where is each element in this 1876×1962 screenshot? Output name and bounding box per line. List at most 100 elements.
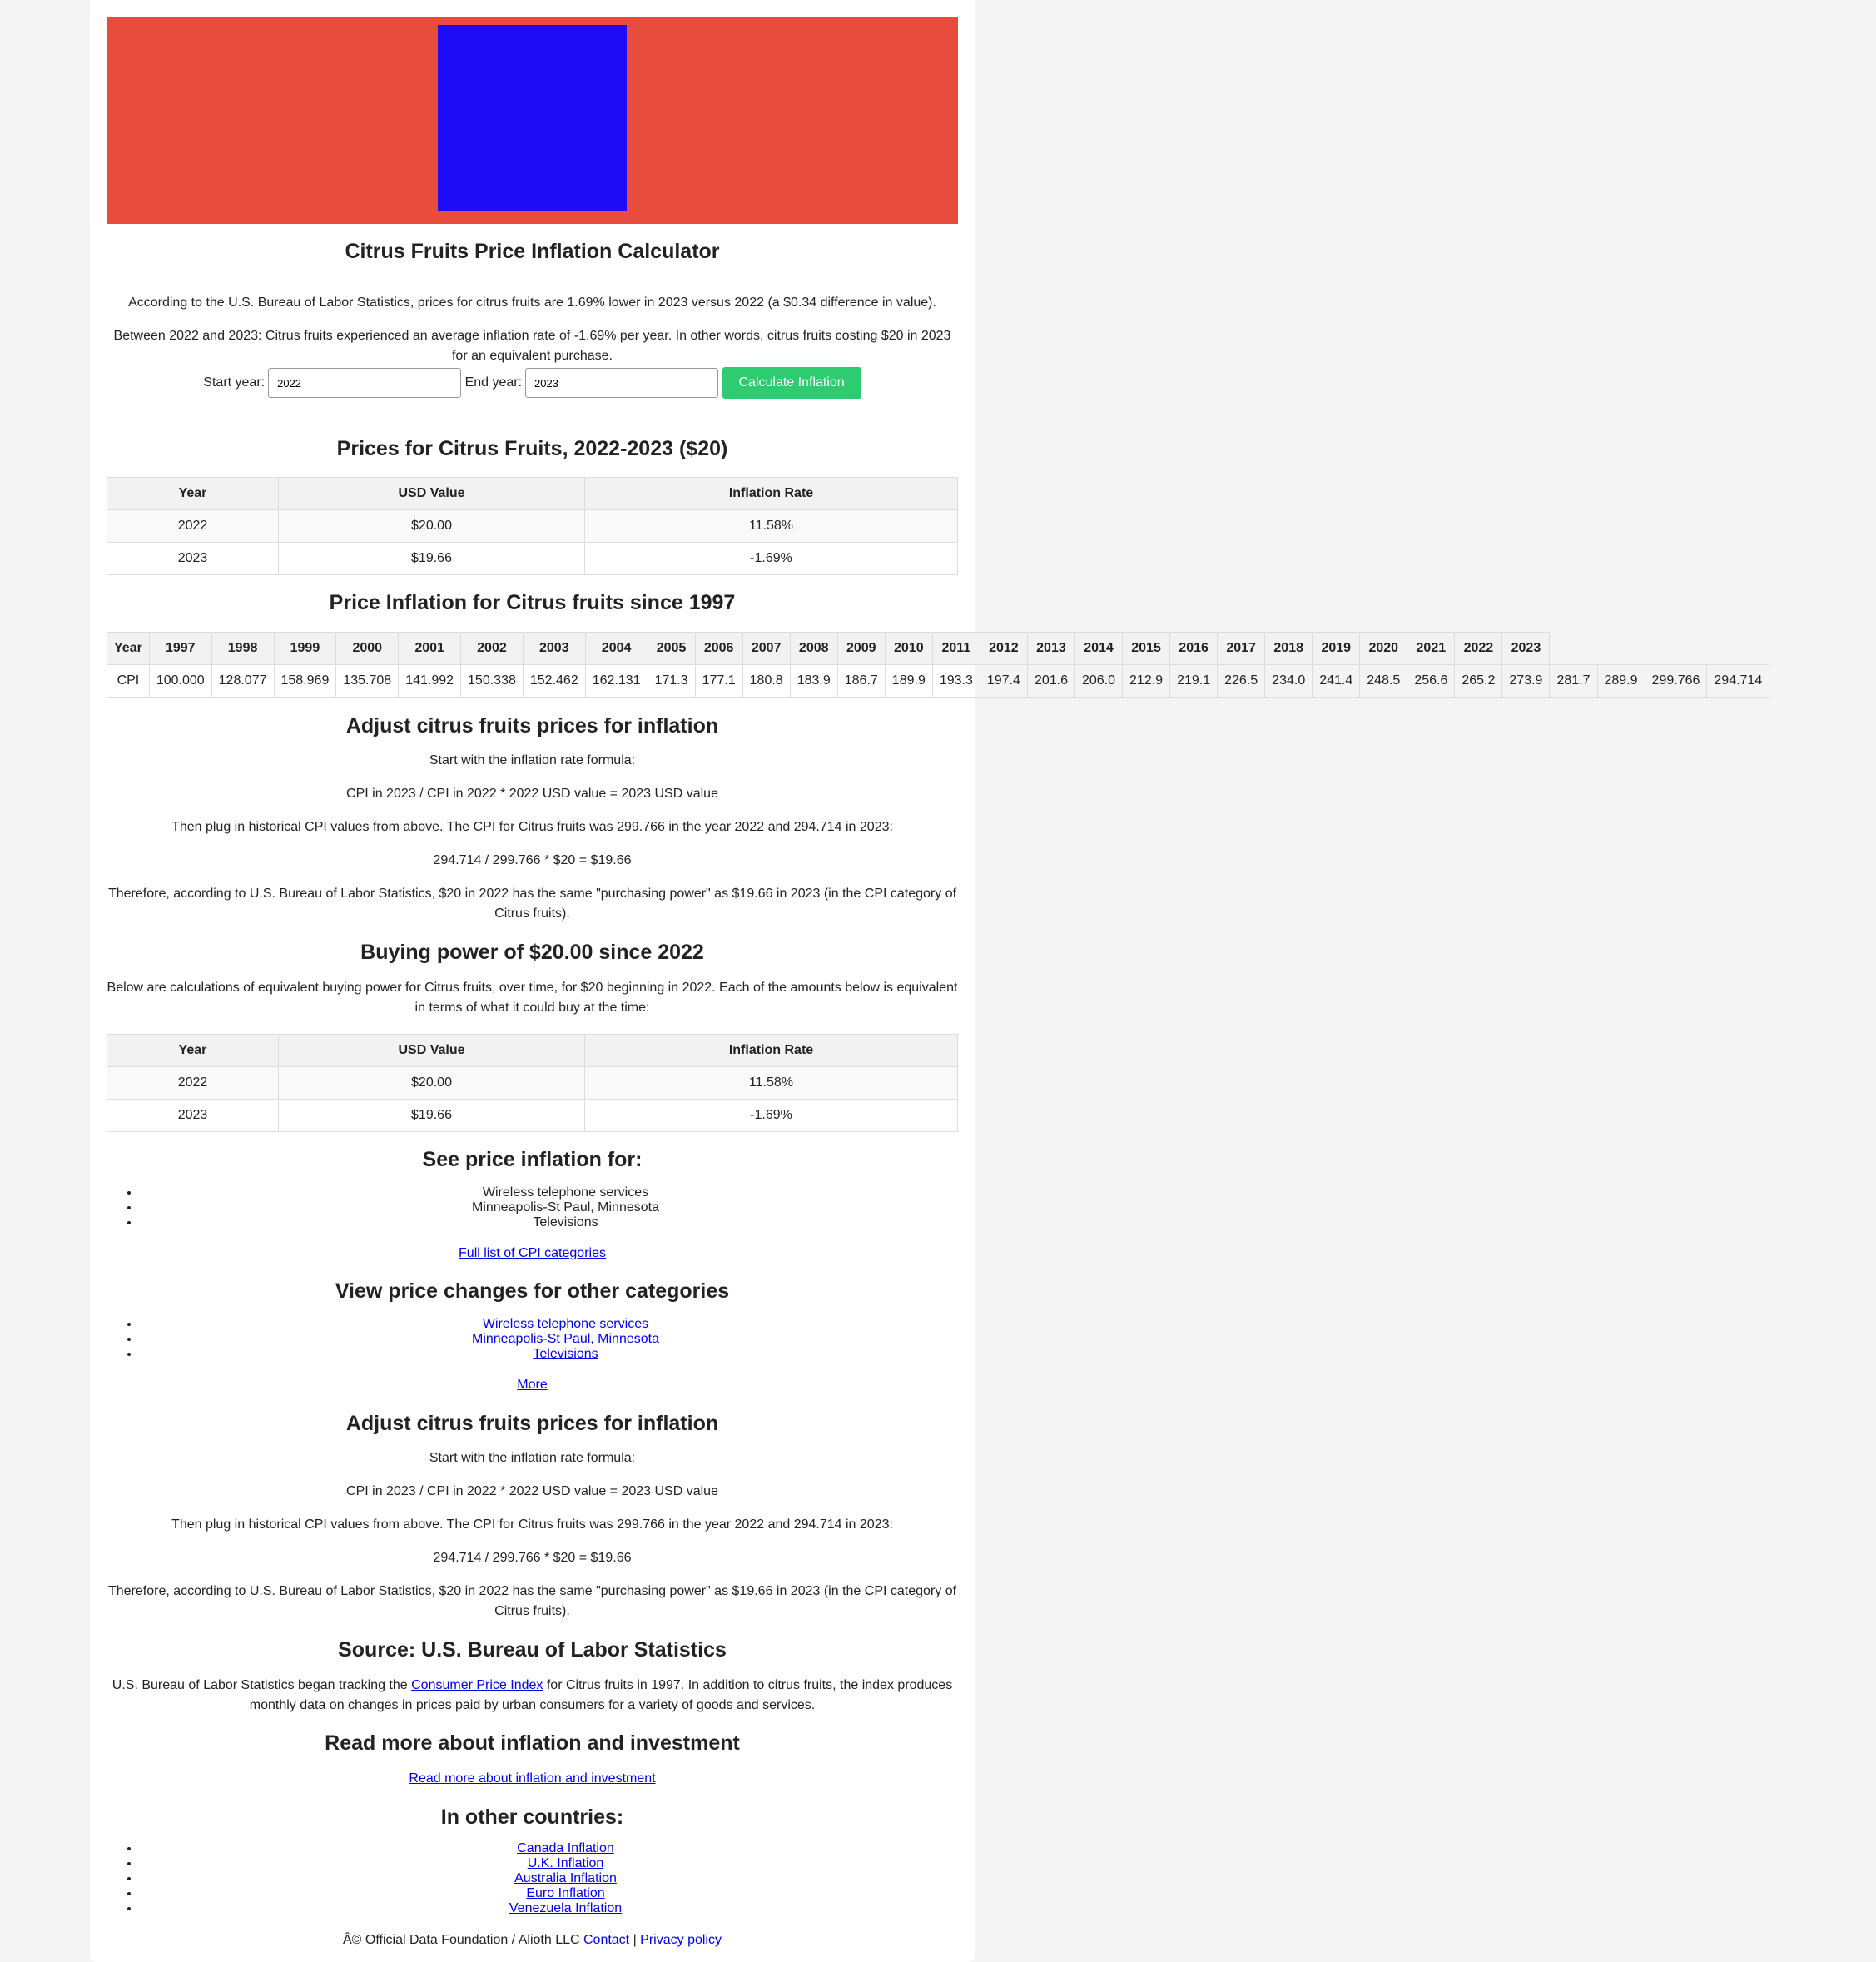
cpi-value-cell: 256.6 bbox=[1407, 664, 1456, 698]
cpi-year-header: Year bbox=[107, 632, 150, 665]
cpi-value-cell: 299.766 bbox=[1644, 664, 1708, 698]
other-countries-heading: In other countries: bbox=[440, 1806, 624, 1829]
table-row: 2022 $20.00 11.58% bbox=[107, 1066, 958, 1100]
cpi-value-cell: 206.0 bbox=[1074, 664, 1124, 698]
formula-calculation-2: 294.714 / 299.766 * $20 = $19.66 bbox=[433, 1551, 632, 1565]
cpi-year-cell: 2016 bbox=[1169, 632, 1218, 665]
country-link[interactable]: U.K. Inflation bbox=[528, 1856, 604, 1870]
cpi-value-cell: 294.714 bbox=[1706, 664, 1770, 698]
copyright: Â© Official Data Foundation / Alioth LLC bbox=[343, 1933, 583, 1947]
start-year-label: Start year: bbox=[203, 375, 266, 390]
cpi-year-cell: 2009 bbox=[836, 632, 886, 665]
cpi-table: Year 1997 1998 1999 2000 2001 2002 2003 2004 200… bbox=[107, 632, 1770, 698]
end-year-input[interactable] bbox=[525, 368, 719, 398]
category-link[interactable]: Minneapolis-St Paul, Minnesota bbox=[472, 1332, 659, 1346]
formula: CPI in 2023 / CPI in 2022 * 2022 USD val… bbox=[346, 787, 718, 801]
read-more-link[interactable]: Read more about inflation and investment bbox=[409, 1771, 655, 1786]
cpi-value-cell: 135.708 bbox=[335, 664, 400, 698]
buying-power-description: Below are calculations of equivalent buy… bbox=[107, 981, 958, 1015]
cpi-year-cell: 1997 bbox=[148, 632, 212, 665]
column-header: Year bbox=[107, 477, 279, 510]
cpi-value-cell: 152.462 bbox=[522, 664, 586, 698]
cpi-year-cell: 2008 bbox=[789, 632, 838, 665]
calculator-form: Start year: End year: Calculate Inflatio… bbox=[107, 367, 958, 399]
list-item: Televisions bbox=[140, 1215, 991, 1230]
country-link[interactable]: Australia Inflation bbox=[514, 1871, 617, 1885]
contact-link[interactable]: Contact bbox=[583, 1933, 629, 1947]
column-header: Year bbox=[107, 1034, 279, 1067]
calculate-inflation-button[interactable]: Calculate Inflation bbox=[722, 367, 861, 399]
country-link[interactable]: Venezuela Inflation bbox=[509, 1901, 622, 1915]
other-categories-heading: View price changes for other categories bbox=[335, 1279, 730, 1303]
buying-power-table: Year USD Value Inflation Rate 2022 $20.0… bbox=[107, 1034, 958, 1132]
table-row: 2022 $20.00 11.58% bbox=[107, 509, 958, 543]
cpi-value-cell: 171.3 bbox=[647, 664, 696, 698]
category-link[interactable]: Televisions bbox=[533, 1347, 598, 1361]
category-link[interactable]: Wireless telephone services bbox=[483, 1317, 648, 1331]
cpi-value-cell: 193.3 bbox=[931, 664, 980, 698]
column-header: USD Value bbox=[278, 1034, 585, 1067]
privacy-policy-link[interactable]: Privacy policy bbox=[640, 1933, 722, 1947]
hero-banner bbox=[107, 17, 958, 224]
cpi-year-cell: 2003 bbox=[522, 632, 586, 665]
start-year-input[interactable] bbox=[268, 368, 462, 398]
cpi-value-cell: 158.969 bbox=[273, 664, 337, 698]
table-cell: $20.00 bbox=[278, 509, 585, 543]
cpi-year-cell: 2002 bbox=[460, 632, 524, 665]
cpi-value-cell: 281.7 bbox=[1549, 664, 1598, 698]
cpi-value-cell: 234.0 bbox=[1264, 664, 1313, 698]
cpi-link[interactable]: Consumer Price Index bbox=[411, 1678, 543, 1692]
country-link[interactable]: Canada Inflation bbox=[517, 1841, 614, 1855]
cpi-value-cell: 219.1 bbox=[1169, 664, 1218, 698]
table-header-row: Year USD Value Inflation Rate bbox=[107, 477, 958, 510]
table-cell: 2023 bbox=[107, 1099, 279, 1132]
cpi-value-cell: 186.7 bbox=[836, 664, 886, 698]
country-link[interactable]: Euro Inflation bbox=[526, 1886, 604, 1900]
cpi-year-cell: 1999 bbox=[273, 632, 337, 665]
other-categories-list: Wireless telephone services Minneapolis-… bbox=[107, 1317, 991, 1362]
table-header-row: Year USD Value Inflation Rate bbox=[107, 1034, 958, 1067]
cpi-year-cell: 2021 bbox=[1407, 632, 1456, 665]
cpi-value-cell: 265.2 bbox=[1454, 664, 1503, 698]
adjust-heading-2: Adjust citrus fruits prices for inflatio… bbox=[345, 1412, 719, 1435]
cpi-categories-link[interactable]: Full list of CPI categories bbox=[459, 1246, 606, 1260]
column-header: Inflation Rate bbox=[584, 1034, 958, 1067]
cpi-year-cell: 2006 bbox=[694, 632, 743, 665]
cpi-year-cell: 2010 bbox=[884, 632, 933, 665]
cpi-year-cell: 2022 bbox=[1454, 632, 1503, 665]
cpi-heading: Price Inflation for Citrus fruits since … bbox=[329, 591, 736, 614]
table-cell: -1.69% bbox=[584, 1099, 958, 1132]
cpi-year-cell: 2012 bbox=[979, 632, 1028, 665]
cpi-value-cell: 201.6 bbox=[1026, 664, 1075, 698]
cpi-value-cell: 183.9 bbox=[789, 664, 838, 698]
cpi-value-header: CPI bbox=[107, 664, 150, 698]
cpi-value-cell: 197.4 bbox=[979, 664, 1028, 698]
cpi-year-cell: 2000 bbox=[335, 632, 400, 665]
read-more-heading: Read more about inflation and investment bbox=[325, 1731, 740, 1755]
footer: Â© Official Data Foundation / Alioth LLC… bbox=[343, 1933, 722, 1947]
page-title: Citrus Fruits Price Inflation Calculator bbox=[345, 240, 720, 263]
see-inflation-heading: See price inflation for: bbox=[422, 1148, 643, 1171]
cpi-year-cell: 2019 bbox=[1312, 632, 1361, 665]
source-text: U.S. Bureau of Labor Statistics began tr… bbox=[112, 1678, 953, 1712]
formula-conclusion-2: Therefore, according to U.S. Bureau of L… bbox=[107, 1584, 957, 1618]
cpi-value-cell: 189.9 bbox=[884, 664, 933, 698]
cpi-value-cell: 248.5 bbox=[1359, 664, 1408, 698]
cpi-value-cell: 212.9 bbox=[1122, 664, 1171, 698]
content-card: Citrus Fruits Price Inflation Calculator… bbox=[90, 0, 1770, 1962]
more-link[interactable]: More bbox=[517, 1378, 547, 1392]
cpi-year-cell: 1998 bbox=[211, 632, 275, 665]
other-countries-list: Canada Inflation U.K. Inflation Australi… bbox=[107, 1841, 991, 1916]
list-item: Minneapolis-St Paul, Minnesota bbox=[140, 1200, 991, 1215]
cpi-value-row: CPI 100.000 128.077 158.969 135.708 141.992 1… bbox=[107, 664, 1770, 698]
intro-text-2: Between 2022 and 2023: Citrus fruits exp… bbox=[113, 329, 951, 363]
intro-text-1: According to the U.S. Bureau of Labor St… bbox=[128, 296, 936, 310]
cpi-value-cell: 273.9 bbox=[1501, 664, 1551, 698]
table-cell: $19.66 bbox=[278, 542, 585, 575]
cpi-year-cell: 2011 bbox=[931, 632, 980, 665]
source-heading: Source: U.S. Bureau of Labor Statistics bbox=[338, 1638, 727, 1661]
formula-explanation: Then plug in historical CPI values from … bbox=[171, 820, 893, 834]
cpi-year-cell: 2001 bbox=[398, 632, 462, 665]
formula-calculation: 294.714 / 299.766 * $20 = $19.66 bbox=[433, 853, 632, 867]
cpi-value-cell: 150.338 bbox=[460, 664, 524, 698]
